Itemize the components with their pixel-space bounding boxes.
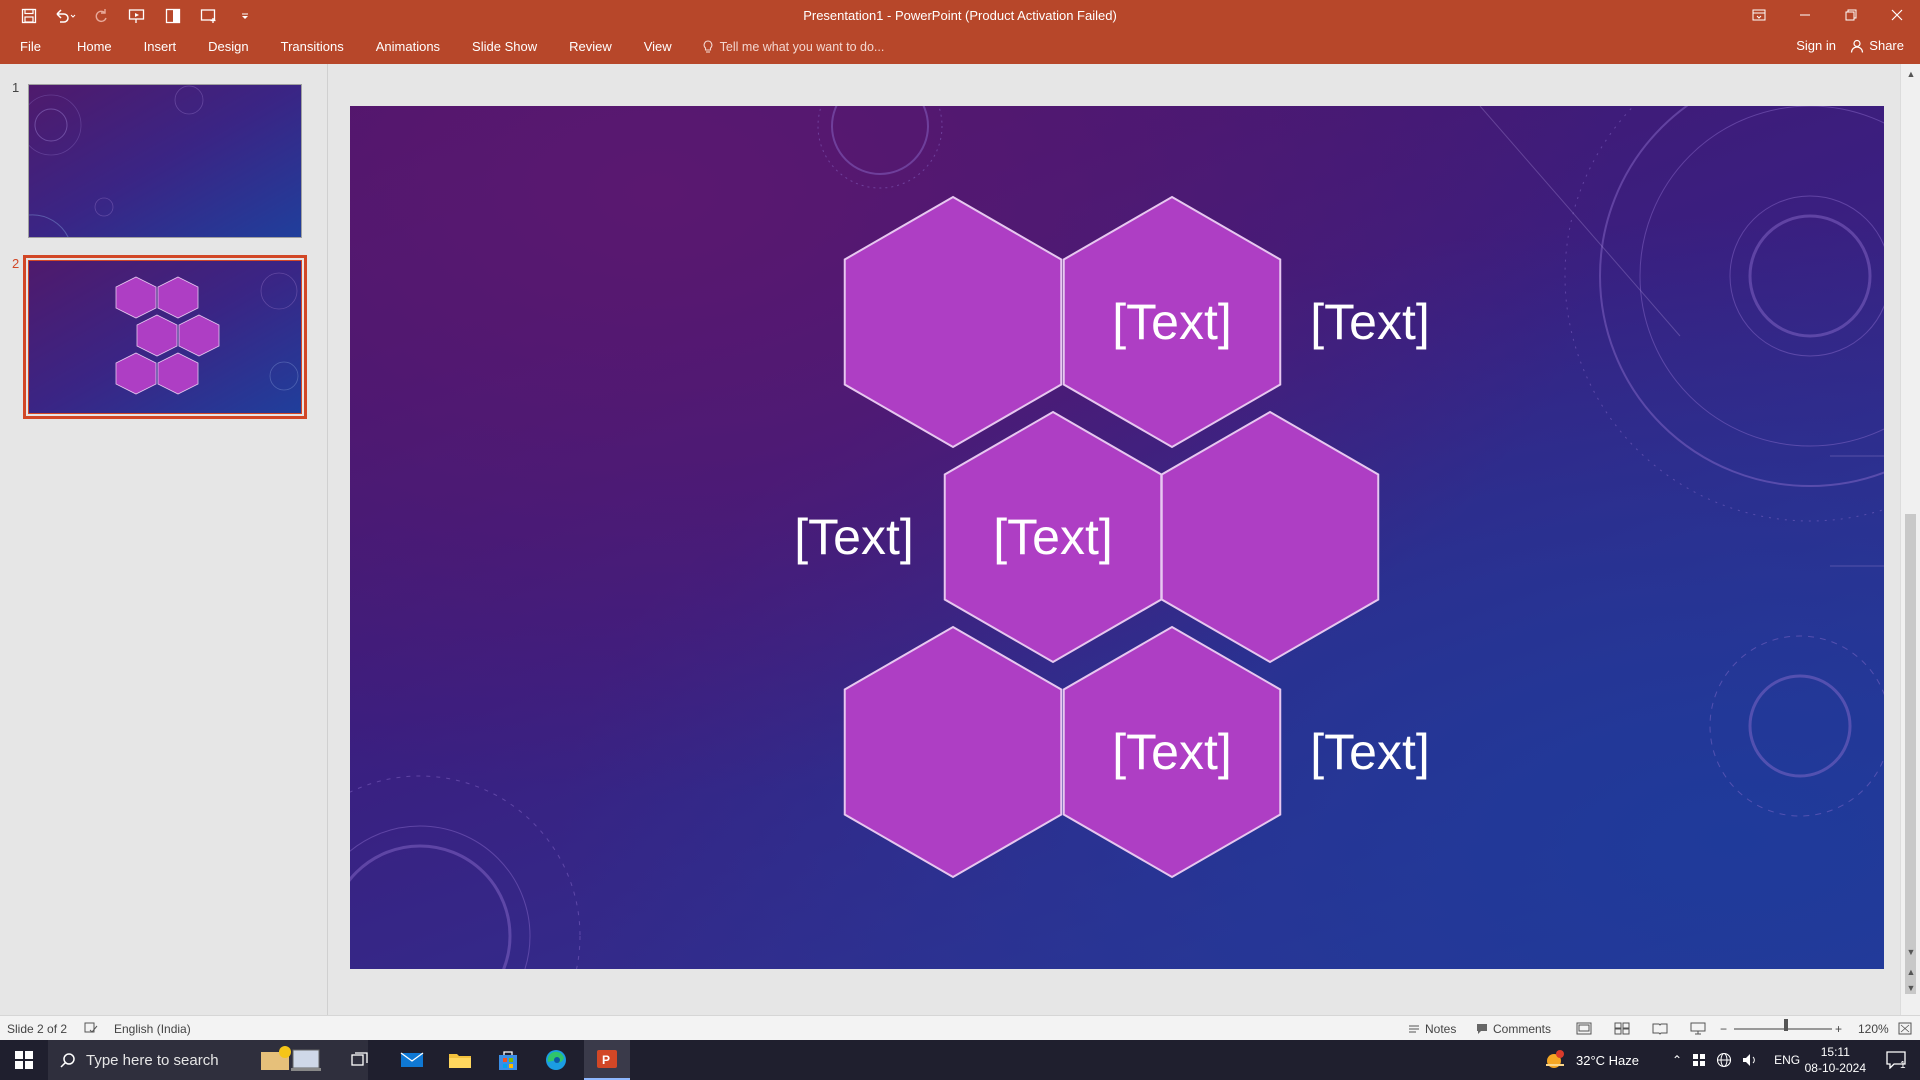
svg-text:P: P [602, 1053, 610, 1067]
notification-count: 1 [1900, 1060, 1906, 1071]
windows-taskbar: Type here to search P 32°C Haze ⌃ ENG 15… [0, 1040, 1920, 1080]
notes-label: Notes [1425, 1022, 1457, 1036]
zoom-slider[interactable] [1734, 1028, 1832, 1030]
hexagon-text-bottom-right[interactable]: [Text] [1112, 723, 1231, 781]
tab-animations[interactable]: Animations [360, 34, 456, 60]
hexagon-top-left[interactable] [843, 195, 1063, 449]
file-explorer-icon[interactable] [438, 1040, 482, 1080]
tab-view[interactable]: View [628, 34, 688, 60]
next-slide-icon[interactable]: ▼ [1901, 980, 1920, 996]
notes-button[interactable]: Notes [1408, 1022, 1456, 1036]
tell-me-box[interactable]: Tell me what you want to do... [702, 40, 885, 54]
slide-thumbnail-2[interactable] [23, 255, 307, 419]
tab-design[interactable]: Design [192, 34, 264, 60]
network-security-icon[interactable] [1692, 1053, 1706, 1067]
slide-canvas[interactable]: [Text] [Text] [Text] [Text] [Text] [Text… [350, 106, 1884, 969]
taskbar-search-box[interactable]: Type here to search [48, 1040, 368, 1080]
globe-icon[interactable] [1716, 1052, 1732, 1068]
tab-insert[interactable]: Insert [128, 34, 193, 60]
comment-icon [1477, 1024, 1487, 1034]
microsoft-store-icon[interactable] [486, 1040, 530, 1080]
scrollbar-thumb[interactable] [1905, 514, 1916, 994]
fit-slide-icon[interactable] [1898, 1022, 1912, 1035]
weather-text: 32°C Haze [1576, 1052, 1640, 1068]
system-tray: ⌃ ENG [1672, 1040, 1800, 1080]
show-hidden-icons-icon[interactable]: ⌃ [1672, 1053, 1682, 1067]
weather-icon [1546, 1050, 1564, 1068]
comments-label: Comments [1493, 1022, 1552, 1036]
sign-in-link[interactable]: Sign in [1796, 38, 1836, 53]
thumbnail-number-2: 2 [12, 256, 20, 271]
hexagon-middle-right[interactable] [1160, 410, 1380, 664]
previous-slide-icon[interactable]: ▲ [1901, 964, 1920, 980]
tab-review[interactable]: Review [553, 34, 628, 60]
text-label-top-right[interactable]: [Text] [1310, 293, 1429, 351]
slide-show-view-icon[interactable] [1690, 1022, 1706, 1035]
slide-thumbnail-pane: 1 2 [0, 64, 328, 1015]
spell-check-icon[interactable] [84, 1022, 98, 1034]
ribbon-display-options-icon[interactable] [1736, 0, 1782, 30]
reading-view-icon[interactable] [1652, 1022, 1668, 1035]
comments-button[interactable]: Comments [1476, 1022, 1551, 1036]
search-highlight-icon [260, 1046, 321, 1071]
tab-home[interactable]: Home [61, 34, 128, 60]
slide-counter[interactable]: Slide 2 of 2 [7, 1022, 67, 1036]
scroll-down-icon[interactable]: ▼ [1901, 944, 1920, 960]
clock-time: 15:11 [1820, 1045, 1850, 1059]
normal-view-icon[interactable] [1576, 1022, 1592, 1035]
person-icon [1851, 39, 1864, 53]
hexagon-bottom-left[interactable] [843, 625, 1063, 879]
notification-center-icon[interactable]: 1 [1876, 1040, 1916, 1080]
hexagon-text-top-right[interactable]: [Text] [1112, 293, 1231, 351]
zoom-level[interactable]: 120% [1858, 1022, 1889, 1036]
slide-sorter-icon[interactable] [1614, 1022, 1630, 1035]
tab-file[interactable]: File [0, 34, 61, 60]
title-bar: Presentation1 - PowerPoint (Product Acti… [0, 0, 1920, 64]
hexagon-text-middle-left[interactable]: [Text] [993, 508, 1112, 566]
scroll-up-icon[interactable]: ▲ [1901, 66, 1920, 82]
task-view-icon[interactable] [340, 1040, 380, 1080]
notes-icon [1409, 1025, 1419, 1033]
mail-icon[interactable] [390, 1040, 434, 1080]
taskbar-clock[interactable]: 15:11 08-10-2024 [1805, 1044, 1866, 1076]
share-label: Share [1869, 38, 1904, 53]
input-language[interactable]: ENG [1774, 1053, 1800, 1067]
share-button[interactable]: Share [1850, 38, 1904, 53]
search-icon [60, 1053, 75, 1068]
weather-widget[interactable]: 32°C Haze [1544, 1040, 1639, 1080]
edge-browser-icon[interactable] [534, 1040, 578, 1080]
volume-icon[interactable] [1742, 1053, 1758, 1067]
ribbon-tabs: File Home Insert Design Transitions Anim… [0, 34, 884, 60]
zoom-out-icon[interactable]: − [1720, 1022, 1727, 1036]
minimize-icon[interactable] [1782, 0, 1828, 30]
windows-start-icon[interactable] [0, 1040, 48, 1080]
powerpoint-taskbar-icon[interactable]: P [584, 1040, 630, 1080]
tell-me-placeholder: Tell me what you want to do... [719, 40, 885, 54]
tab-slide-show[interactable]: Slide Show [456, 34, 553, 60]
vertical-scrollbar[interactable]: ▲ ▼ ▲ ▼ [1900, 64, 1920, 1015]
zoom-in-icon[interactable]: + [1835, 1022, 1842, 1036]
powerpoint-window: Presentation1 - PowerPoint (Product Acti… [0, 0, 1920, 1080]
text-label-middle-left[interactable]: [Text] [794, 508, 913, 566]
search-placeholder: Type here to search [86, 1051, 219, 1069]
status-bar: Slide 2 of 2 English (India) Notes Comme… [0, 1015, 1920, 1041]
close-icon[interactable] [1874, 0, 1920, 30]
window-controls [1736, 0, 1920, 30]
clock-date: 08-10-2024 [1804, 1061, 1866, 1075]
thumbnail-number-1: 1 [12, 80, 20, 95]
language-indicator[interactable]: English (India) [114, 1022, 191, 1036]
text-label-bottom-right[interactable]: [Text] [1310, 723, 1429, 781]
zoom-slider-thumb[interactable] [1784, 1019, 1788, 1031]
restore-icon[interactable] [1828, 0, 1874, 30]
tab-transitions[interactable]: Transitions [265, 34, 360, 60]
slide-artwork [350, 106, 1884, 969]
lightbulb-icon [703, 40, 713, 53]
window-title: Presentation1 - PowerPoint (Product Acti… [803, 8, 1117, 23]
slide-thumbnail-1[interactable] [28, 84, 302, 238]
